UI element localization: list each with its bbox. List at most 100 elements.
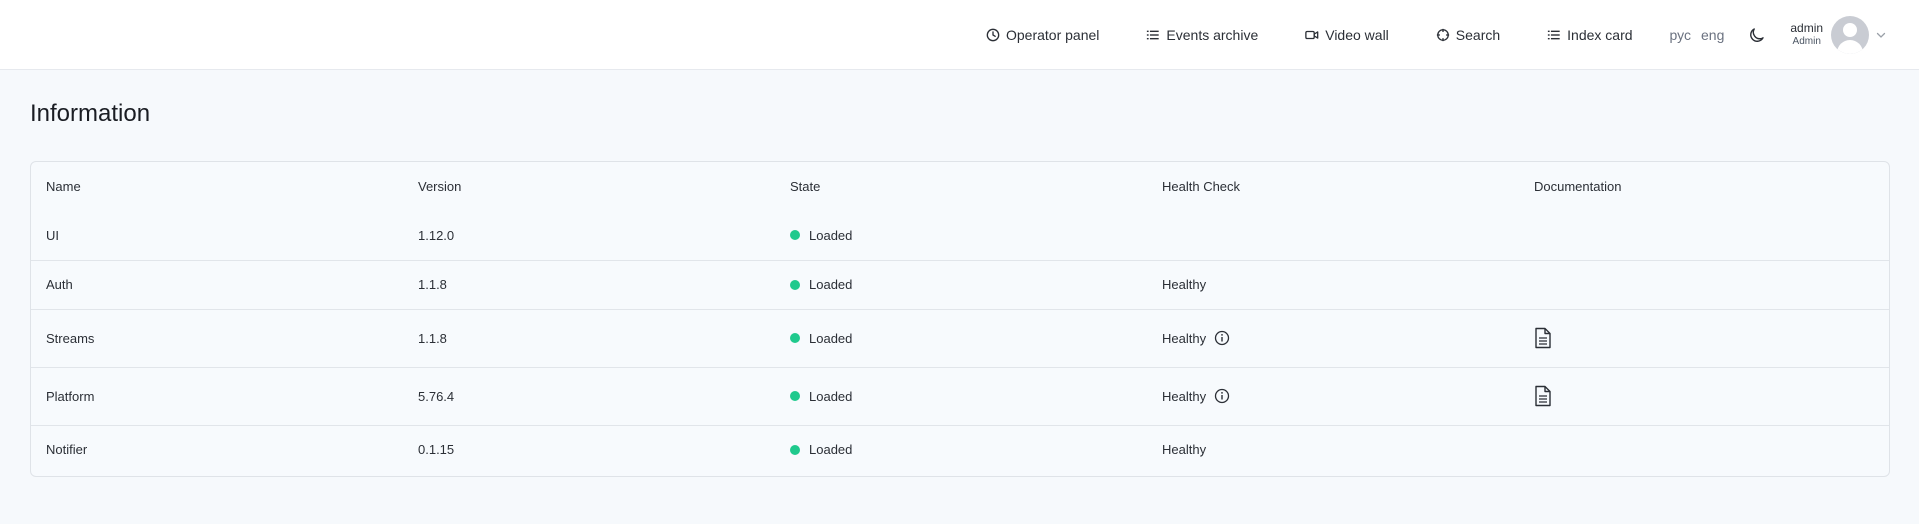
table-row: Auth 1.1.8 Loaded Healthy (31, 260, 1889, 309)
cell-version: 0.1.15 (403, 425, 775, 474)
main-nav: Operator panel Events archive Video wall… (986, 0, 1887, 70)
user-name: admin (1790, 21, 1824, 35)
cell-name: Platform (31, 367, 403, 425)
row-state: Loaded (809, 227, 853, 243)
row-version: 0.1.15 (418, 442, 455, 458)
nav-video-wall-label: Video wall (1325, 27, 1389, 43)
cell-state: Loaded (775, 367, 1147, 425)
document-icon[interactable] (1534, 327, 1552, 349)
table-row: Platform 5.76.4 Loaded Healthy (31, 367, 1889, 425)
cell-version: 1.1.8 (403, 260, 775, 309)
cell-state: Loaded (775, 260, 1147, 309)
cell-docs (1519, 309, 1889, 367)
health-status: Healthy (1162, 330, 1519, 346)
cell-state: Loaded (775, 309, 1147, 367)
nav-video-wall[interactable]: Video wall (1305, 27, 1389, 43)
row-name: Streams (46, 330, 95, 346)
table-row: UI 1.12.0 Loaded (31, 211, 1889, 260)
state-indicator: Loaded (790, 331, 1147, 346)
table-body: UI 1.12.0 Loaded Auth 1.1.8 Loaded Healthy Stre… (31, 211, 1889, 474)
cell-name: Auth (31, 260, 403, 309)
row-health: Healthy (1162, 442, 1207, 458)
row-name: Auth (46, 277, 73, 292)
cell-name: UI (31, 211, 403, 260)
cell-state: Loaded (775, 211, 1147, 260)
header-state: State (790, 179, 821, 194)
state-indicator: Loaded (790, 228, 1147, 243)
header-version: Version (418, 179, 462, 194)
table-row: Notifier 0.1.15 Loaded Healthy (31, 425, 1889, 474)
state-dot (790, 333, 800, 343)
cell-health: Healthy (1147, 309, 1519, 367)
row-name: Notifier (46, 442, 88, 458)
row-state: Loaded (809, 277, 853, 292)
language-switcher: рус eng (1670, 27, 1725, 43)
state-dot (790, 444, 800, 455)
nav-search-label: Search (1455, 27, 1501, 43)
clock-icon (986, 28, 1000, 42)
cell-state: Loaded (775, 425, 1147, 474)
list-icon (1548, 30, 1560, 40)
cell-docs (1519, 211, 1889, 260)
state-indicator: Loaded (790, 442, 1147, 457)
document-icon[interactable] (1534, 385, 1552, 407)
info-table-card: Name Version State Health Check Document… (30, 161, 1890, 477)
nav-operator-panel-label: Operator panel (1006, 27, 1100, 43)
cell-name: Streams (31, 309, 403, 367)
cell-health: Healthy (1147, 425, 1519, 474)
avatar (1831, 16, 1870, 54)
nav-index-card-label: Index card (1567, 27, 1633, 43)
cell-health (1147, 211, 1519, 260)
cell-version: 1.12.0 (403, 211, 775, 260)
nav-events-archive[interactable]: Events archive (1146, 27, 1258, 43)
lang-en[interactable]: eng (1701, 27, 1724, 43)
state-dot (790, 230, 800, 241)
cell-docs (1519, 260, 1889, 309)
crosshair-icon (1436, 28, 1449, 42)
user-menu[interactable]: admin Admin (1790, 16, 1887, 54)
row-state: Loaded (809, 388, 853, 404)
header-health: Health Check (1162, 179, 1241, 194)
moon-icon[interactable] (1748, 26, 1766, 44)
state-dot (790, 279, 800, 290)
cell-version: 5.76.4 (403, 367, 775, 425)
table-row: Streams 1.1.8 Loaded Healthy (31, 309, 1889, 367)
nav-operator-panel[interactable]: Operator panel (986, 27, 1099, 43)
info-icon[interactable] (1214, 388, 1230, 404)
row-health: Healthy (1162, 277, 1207, 292)
state-dot (790, 391, 800, 401)
info-table: Name Version State Health Check Document… (31, 162, 1889, 474)
list-icon (1147, 30, 1160, 40)
cell-health: Healthy (1147, 260, 1519, 309)
cell-version: 1.1.8 (403, 309, 775, 367)
nav-search[interactable]: Search (1436, 27, 1500, 43)
user-names: admin Admin (1790, 22, 1823, 48)
video-camera-icon (1305, 30, 1319, 40)
chevron-down-icon (1876, 32, 1886, 38)
header-name: Name (46, 179, 81, 194)
row-health: Healthy (1162, 388, 1207, 404)
health-status: Healthy (1162, 388, 1519, 404)
row-version: 1.12.0 (418, 227, 455, 243)
row-health: Healthy (1162, 330, 1207, 346)
row-version: 1.1.8 (418, 330, 447, 346)
row-name: UI (46, 227, 59, 243)
row-name: Platform (46, 388, 95, 404)
health-status: Healthy (1162, 277, 1519, 292)
row-version: 1.1.8 (418, 277, 447, 292)
row-state: Loaded (809, 442, 853, 458)
nav-index-card[interactable]: Index card (1547, 27, 1633, 43)
row-version: 5.76.4 (418, 388, 455, 404)
info-icon[interactable] (1214, 330, 1230, 346)
user-role: Admin (1792, 36, 1821, 47)
health-status: Healthy (1162, 442, 1519, 457)
cell-health: Healthy (1147, 367, 1519, 425)
lang-ru[interactable]: рус (1670, 27, 1691, 43)
cell-docs (1519, 367, 1889, 425)
state-indicator: Loaded (790, 389, 1147, 404)
state-indicator: Loaded (790, 277, 1147, 292)
table-header-row: Name Version State Health Check Document… (31, 162, 1889, 211)
row-state: Loaded (809, 330, 853, 346)
header-docs: Documentation (1534, 179, 1622, 194)
cell-docs (1519, 425, 1889, 474)
